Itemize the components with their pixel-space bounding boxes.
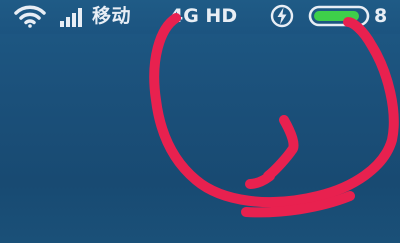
red-annotation-scribble	[149, 13, 399, 218]
phone-screen: 移动 4G HD 8	[0, 0, 400, 243]
